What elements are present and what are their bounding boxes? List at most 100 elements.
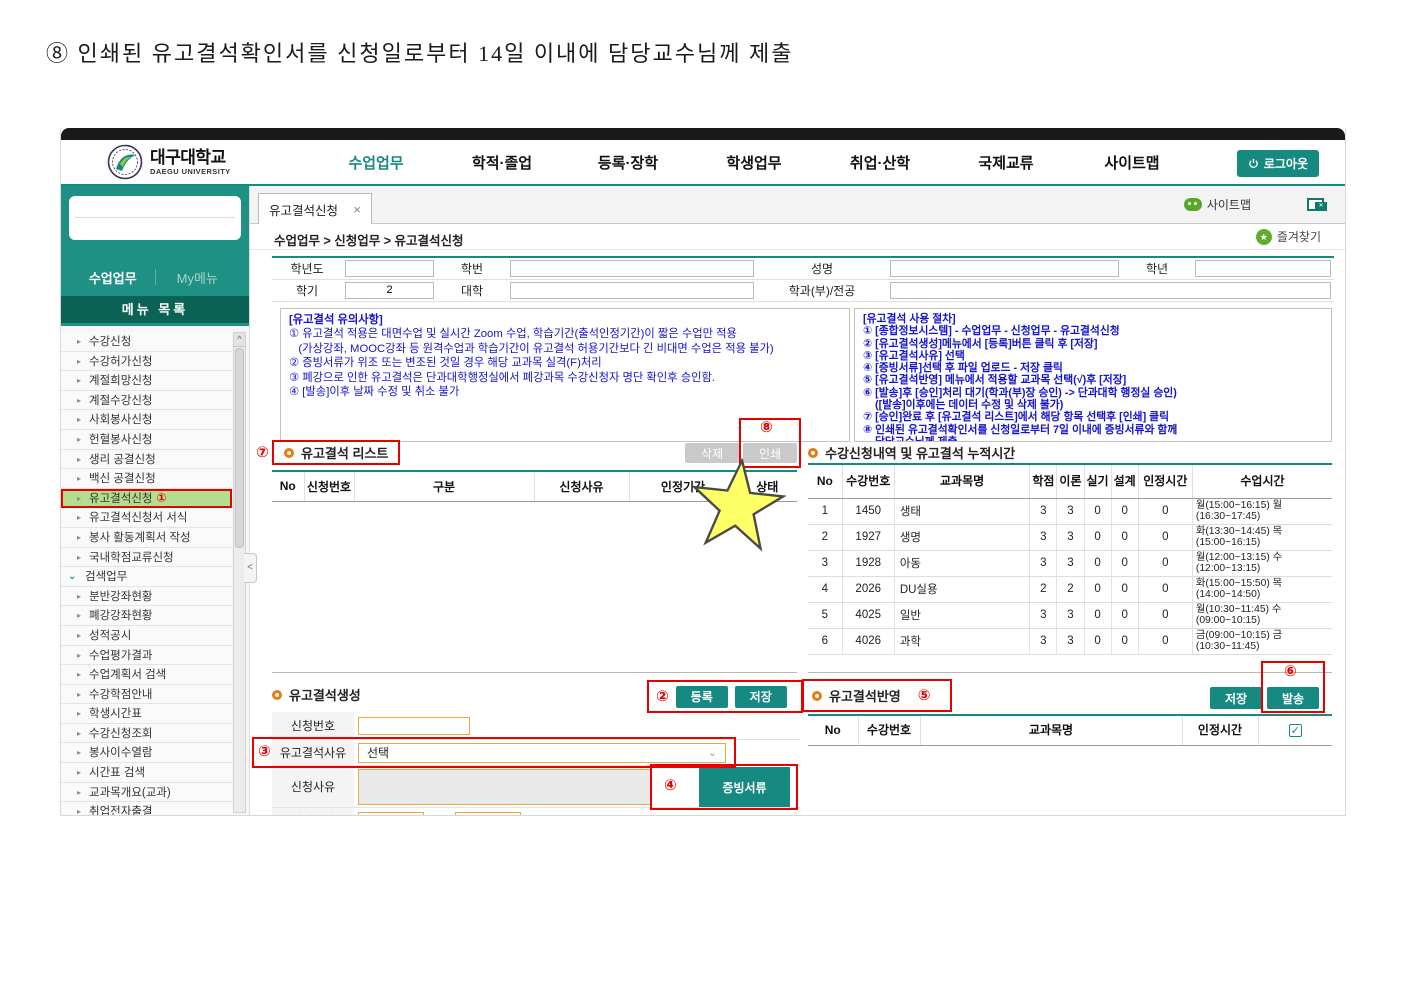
section-bullet-icon bbox=[284, 448, 294, 458]
sidebar-menu-item[interactable]: ▸수강허가신청 bbox=[61, 352, 232, 372]
sidebar-menu-item[interactable]: ▸학생시간표 bbox=[61, 704, 232, 724]
cell-class-time: 화(15:00~15:50) 목(14:00~14:50) bbox=[1192, 576, 1332, 602]
sidebar-menu-item[interactable]: ▸백신 공결신청 bbox=[61, 469, 232, 489]
sidebar-menu-item-label: 봉사이수열람 bbox=[89, 747, 152, 759]
annotation-3: ③ bbox=[258, 744, 271, 759]
attach-documents-button[interactable]: 증빙서류 bbox=[699, 767, 790, 807]
table-row[interactable]: 3 1928 아동 3 3 0 0 0 월(12:00~13:15) 수(12:… bbox=[808, 550, 1332, 576]
sidebar-menu-item[interactable]: ▸수강학점안내 bbox=[61, 685, 232, 705]
sidebar-menu-item-label: 수업평가결과 bbox=[89, 650, 152, 662]
nav-item-student-affairs[interactable]: 학생업무 bbox=[691, 152, 817, 173]
major-input[interactable] bbox=[890, 282, 1331, 299]
nav-item-career[interactable]: 취업·산학 bbox=[817, 152, 943, 173]
table-row[interactable]: 4 2026 DU실용 2 2 0 0 0 화(15:00~15:50) 목(1… bbox=[808, 576, 1332, 602]
university-logo[interactable]: 대구대학교 DAEGU UNIVERSITY bbox=[107, 144, 231, 180]
calendar-icon[interactable] bbox=[506, 815, 518, 816]
sidebar-menu-item[interactable]: ▸수업계획서 검색 bbox=[61, 665, 232, 685]
sidebar-menu-item[interactable]: ▸수업평가결과 bbox=[61, 646, 232, 666]
reason-select[interactable]: 선택 ⌄ bbox=[358, 743, 726, 763]
table-row[interactable]: 5 4025 일반 3 3 0 0 0 월(10:30~11:45) 수(09:… bbox=[808, 602, 1332, 628]
detail-reason-label: 신청사유 bbox=[272, 766, 354, 807]
section-divider bbox=[272, 672, 797, 673]
select-all-checkbox[interactable]: ✓ bbox=[1289, 724, 1302, 737]
tab-absence-application[interactable]: 유고결석신청 × bbox=[258, 193, 372, 224]
sidebar-menu-item[interactable]: ▸수강신청조회 bbox=[61, 724, 232, 744]
request-no-input[interactable] bbox=[358, 717, 470, 735]
sidebar-menu-item[interactable]: ▸성적공시 bbox=[61, 626, 232, 646]
sidebar-menu-item[interactable]: ▸교과목개요(교과) bbox=[61, 783, 232, 803]
calendar-icon[interactable] bbox=[409, 815, 421, 816]
sidebar-menu-item[interactable]: ▸국내학점교류신청 bbox=[61, 548, 232, 568]
sidebar-menu-item[interactable]: ▸계절희망신청 bbox=[61, 371, 232, 391]
scrollbar-up-icon[interactable]: ^ bbox=[234, 333, 245, 347]
close-icon[interactable]: × bbox=[353, 202, 361, 217]
logo-title: 대구대학교 bbox=[150, 149, 231, 167]
absence-list-title: 유고결석 리스트 bbox=[301, 443, 388, 462]
sidebar-menu-item[interactable]: ▸봉사 활동계획서 작성 bbox=[61, 528, 232, 548]
nav-item-records[interactable]: 학적·졸업 bbox=[439, 152, 565, 173]
cell-course-no: 1928 bbox=[842, 550, 894, 576]
sidebar-menu: ▸수강신청 ▸수강허가신청 ▸계절희망신청 ▸계절수강신청 ▸사회봉사신청 bbox=[61, 326, 249, 815]
sidebar-collapse-handle[interactable]: < bbox=[244, 553, 257, 583]
sidebar-menu-item[interactable]: ▸수강신청 bbox=[61, 332, 232, 352]
send-button[interactable]: 발송 bbox=[1267, 687, 1319, 709]
cell-recognized: 0 bbox=[1138, 602, 1192, 628]
save-button[interactable]: 저장 bbox=[735, 686, 787, 708]
year-input[interactable] bbox=[345, 260, 434, 277]
col-course-no: 수강번호 bbox=[842, 464, 894, 498]
scrollbar-thumb[interactable] bbox=[235, 348, 244, 548]
grade-input[interactable] bbox=[1195, 260, 1331, 277]
register-button[interactable]: 등록 bbox=[676, 686, 728, 708]
sidebar-menu-item[interactable]: ▸헌혈봉사신청 bbox=[61, 430, 232, 450]
sidebar-menu-item[interactable]: ▸시간표 검색 bbox=[61, 763, 232, 783]
sitemap-icon[interactable] bbox=[1184, 198, 1202, 211]
sitemap-link[interactable]: 사이트맵 bbox=[1207, 196, 1251, 213]
table-row[interactable]: 2 1927 생명 3 3 0 0 0 화(13:30~14:45) 목(15:… bbox=[808, 524, 1332, 550]
arrow-icon: ▸ bbox=[77, 352, 81, 371]
period-end-input[interactable] bbox=[455, 812, 521, 816]
cell-design: 0 bbox=[1111, 628, 1138, 654]
period-start-input[interactable] bbox=[358, 812, 424, 816]
sidebar-menu-item[interactable]: ▸유고결석신청서 서식 bbox=[61, 508, 232, 528]
sidebar-menu-item[interactable]: ▸유고결석신청① bbox=[61, 489, 232, 509]
semester-input[interactable] bbox=[345, 282, 434, 299]
name-input[interactable] bbox=[890, 260, 1119, 277]
logout-label: 로그아웃 bbox=[1264, 155, 1308, 172]
cell-course-no: 1450 bbox=[842, 498, 894, 524]
sidebar-menu-item[interactable]: ▸취업전자출결 bbox=[61, 802, 232, 815]
detail-reason-textarea[interactable] bbox=[358, 769, 651, 805]
period-row: 인정기간 ~ bbox=[272, 808, 800, 815]
logout-button[interactable]: 로그아웃 bbox=[1237, 150, 1319, 177]
close-all-windows-icon[interactable] bbox=[1307, 198, 1327, 211]
notice-line: (가상강좌, MOOC강좌 등 원격수업과 학습기간이 유고결석 허용기간보다 … bbox=[289, 342, 841, 356]
sidebar-menu-item[interactable]: ▸폐강강좌현황 bbox=[61, 606, 232, 626]
sidebar-menu-item-label: 취업전자출결 bbox=[89, 806, 152, 815]
col-reason: 신청사유 bbox=[534, 471, 629, 501]
sidebar-menu-item[interactable]: ▸계절수강신청 bbox=[61, 391, 232, 411]
sidebar-tab-classwork[interactable]: 수업업무 bbox=[71, 268, 155, 287]
sidebar-menu-item-label: 계절희망신청 bbox=[89, 375, 152, 387]
cell-course-no: 4026 bbox=[842, 628, 894, 654]
college-input[interactable] bbox=[510, 282, 754, 299]
sidebar-menu-item[interactable]: ▸분반강좌현황 bbox=[61, 587, 232, 607]
cell-credit: 2 bbox=[1030, 576, 1057, 602]
studentno-input[interactable] bbox=[510, 260, 754, 277]
sidebar-profile-box bbox=[69, 196, 241, 240]
sidebar-tab-mymenu[interactable]: My메뉴 bbox=[156, 268, 240, 287]
table-row[interactable]: 6 4026 과학 3 3 0 0 0 금(09:00~10:15) 금(10:… bbox=[808, 628, 1332, 654]
apply-save-button[interactable]: 저장 bbox=[1210, 687, 1262, 709]
nav-item-classes[interactable]: 수업업무 bbox=[313, 152, 439, 173]
sidebar-menu-item[interactable]: ▸ 봉사이수열람 bbox=[61, 743, 232, 763]
table-row[interactable]: 1 1450 생태 3 3 0 0 0 월(15:00~16:15) 월(16:… bbox=[808, 498, 1332, 524]
arrow-icon: ▸ bbox=[77, 743, 81, 762]
create-section-title: 유고결석생성 bbox=[272, 685, 361, 704]
favorite-link[interactable]: ★ 즐겨찾기 bbox=[1256, 228, 1321, 245]
nav-item-registration[interactable]: 등록·장학 bbox=[565, 152, 691, 173]
sidebar-menu-item[interactable]: ⌄검색업무 bbox=[61, 567, 232, 587]
sidebar-menu-item[interactable]: ▸생리 공결신청 bbox=[61, 450, 232, 470]
cell-no: 4 bbox=[808, 576, 842, 602]
nav-item-sitemap[interactable]: 사이트맵 bbox=[1069, 152, 1195, 173]
notice-procedure: [유고결석 사용 절차] ① [종합정보시스템] - 수업업무 - 신청업무 -… bbox=[854, 308, 1332, 442]
nav-item-international[interactable]: 국제교류 bbox=[943, 152, 1069, 173]
sidebar-menu-item[interactable]: ▸사회봉사신청 bbox=[61, 410, 232, 430]
